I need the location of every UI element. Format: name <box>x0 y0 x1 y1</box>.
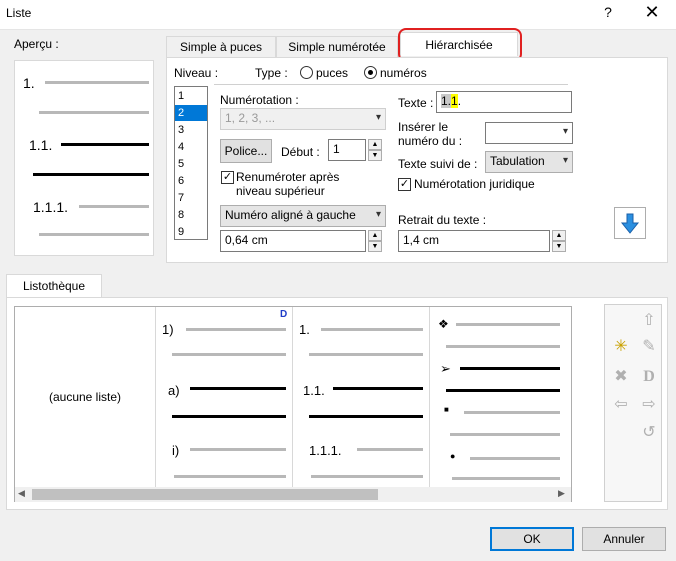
followed-value: Tabulation <box>490 154 545 168</box>
followed-label: Texte suivi de : <box>398 157 478 171</box>
indent-input[interactable]: 0,64 cm <box>220 230 366 252</box>
edit-icon[interactable]: ✎ <box>637 335 661 359</box>
renumber-checkbox[interactable]: ✓ <box>221 171 234 184</box>
text-label: Texte : <box>398 96 434 110</box>
tab-library[interactable]: Listothèque <box>6 274 102 298</box>
level-item[interactable]: 8 <box>175 207 207 223</box>
tab-simple-bullets[interactable]: Simple à puces <box>166 36 276 58</box>
tab-simple-numbered[interactable]: Simple numérotée <box>276 36 398 58</box>
document-marker-icon: D <box>280 309 288 320</box>
level-item[interactable]: 5 <box>175 156 207 172</box>
start-input[interactable]: 1 <box>328 139 366 161</box>
title-bar: Liste ? ✕ <box>0 0 676 30</box>
level-item[interactable]: 9 <box>175 224 207 240</box>
numbering-select[interactable]: 1, 2, 3, ... ▾ <box>220 108 386 130</box>
apply-down-button[interactable] <box>614 207 646 239</box>
move-right-icon[interactable]: ⇨ <box>637 393 661 417</box>
preview-panel: 1. 1.1. 1.1.1. <box>14 60 154 256</box>
divider <box>214 84 568 85</box>
window-title: Liste <box>6 6 32 20</box>
followed-select[interactable]: Tabulation ▾ <box>485 151 573 173</box>
numbering-label: Numérotation : <box>220 93 299 107</box>
library-item-legal[interactable]: 1. 1.1. 1.1.1. <box>293 307 429 487</box>
delete-icon[interactable]: ✖ <box>609 365 633 389</box>
text-indent-spinner[interactable]: ▲ ▼ <box>552 230 566 252</box>
move-left-icon[interactable]: ⇦ <box>609 393 633 417</box>
renumber-label: Renuméroter après niveau supérieur <box>236 170 340 198</box>
chevron-down-icon: ▾ <box>562 155 568 166</box>
level-item[interactable]: 6 <box>175 173 207 189</box>
add-new-icon[interactable]: ✳ <box>609 335 633 359</box>
chevron-down-icon: ▾ <box>375 209 381 220</box>
library-item-none[interactable]: (aucune liste) <box>15 307 155 487</box>
help-button[interactable]: ? <box>598 4 618 20</box>
level-item[interactable]: 4 <box>175 139 207 155</box>
library-item-bullets[interactable]: ❖ ➢ ■ ● <box>430 307 572 487</box>
scroll-right-icon[interactable]: ▶ <box>558 488 565 499</box>
chevron-down-icon: ▾ <box>375 112 381 123</box>
chevron-down-icon: ▾ <box>562 126 568 137</box>
preview-item-1: 1. <box>23 75 35 91</box>
level-item[interactable]: 3 <box>175 122 207 138</box>
type-label: Type : <box>255 66 288 80</box>
scroll-left-icon[interactable]: ◀ <box>18 488 25 499</box>
level-label: Niveau : <box>174 66 219 80</box>
alignment-value: Numéro aligné à gauche <box>225 208 356 222</box>
text-indent-label: Retrait du texte : <box>398 213 487 227</box>
square-bullet-icon: ■ <box>444 405 449 414</box>
preview-item-3: 1.1.1. <box>33 199 69 215</box>
level-item[interactable]: 2 <box>175 105 207 121</box>
library-toolbar: ⇧ ✳ ✎ ✖ D ⇦ ⇨ ↺ <box>604 304 662 502</box>
indent-spinner[interactable]: ▲ ▼ <box>368 230 382 252</box>
library-item-numbered-letters[interactable]: D 1) a) i) <box>156 307 292 487</box>
radio-numbers-label: numéros <box>380 66 427 80</box>
document-icon[interactable]: D <box>637 365 661 389</box>
scrollbar-thumb[interactable] <box>32 489 378 500</box>
alignment-select[interactable]: Numéro aligné à gauche ▾ <box>220 205 386 227</box>
move-up-icon[interactable]: ⇧ <box>637 309 661 333</box>
arrow-bullet-icon: ➢ <box>440 361 451 376</box>
close-button[interactable]: ✕ <box>640 2 664 23</box>
radio-bullets[interactable] <box>300 66 313 79</box>
start-spinner[interactable]: ▲ ▼ <box>368 139 382 161</box>
diamond-bullet-icon: ❖ <box>438 317 449 331</box>
radio-numbers[interactable] <box>364 66 377 79</box>
cancel-button[interactable]: Annuler <box>582 527 666 551</box>
level-item[interactable]: 7 <box>175 190 207 206</box>
font-button[interactable]: Police... <box>220 139 272 163</box>
level-item[interactable]: 1 <box>175 88 207 104</box>
library-gallery[interactable]: (aucune liste) D 1) a) i) 1. 1.1. 1.1.1.… <box>14 306 572 502</box>
preview-item-2: 1.1. <box>29 137 53 153</box>
level-list[interactable]: 1 2 3 4 5 6 7 8 9 <box>174 86 208 240</box>
legal-numbering-label: Numérotation juridique <box>414 177 535 191</box>
radio-bullets-label: puces <box>316 66 349 80</box>
text-input[interactable]: 1.1. <box>436 91 572 113</box>
legal-numbering-checkbox[interactable]: ✓ <box>398 178 411 191</box>
numbering-value: 1, 2, 3, ... <box>225 111 276 125</box>
dot-bullet-icon: ● <box>450 451 456 461</box>
preview-label: Aperçu : <box>14 37 59 51</box>
arrow-down-icon <box>620 213 640 234</box>
ok-button[interactable]: OK <box>490 527 574 551</box>
insert-select[interactable]: ▾ <box>485 122 573 144</box>
reset-icon[interactable]: ↺ <box>637 421 661 445</box>
insert-label: Insérer le numéro du : <box>398 120 463 148</box>
horizontal-scrollbar[interactable]: ◀ ▶ <box>15 487 571 502</box>
start-label: Début : <box>281 145 320 159</box>
text-indent-input[interactable]: 1,4 cm <box>398 230 550 252</box>
